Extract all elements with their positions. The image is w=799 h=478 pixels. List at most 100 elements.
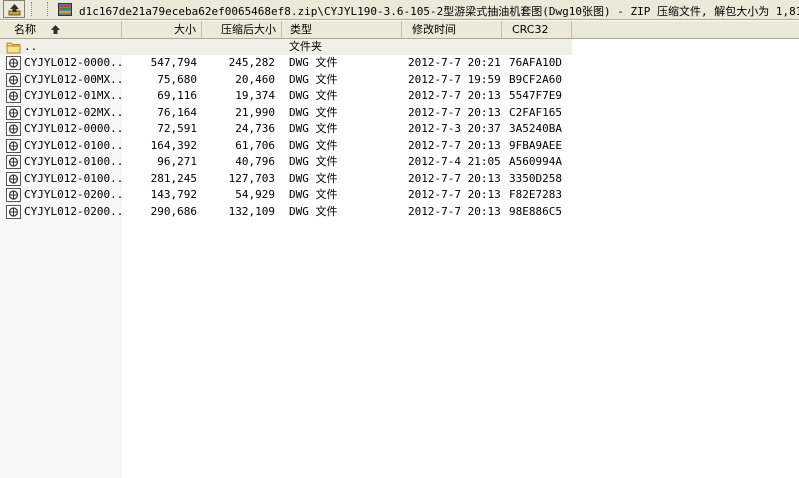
file-crc: 3A5240BA: [509, 122, 562, 135]
up-folder-button[interactable]: [3, 0, 25, 18]
file-modified: 2012-7-7 20:21: [408, 56, 501, 69]
file-type: DWG 文件: [289, 89, 338, 102]
file-modified: 2012-7-7 20:13: [408, 171, 501, 185]
dwg-file-icon: [6, 188, 21, 202]
dwg-file-icon: [6, 56, 21, 70]
file-size: 76,164: [157, 105, 197, 119]
file-row[interactable]: CYJYL012-0100... 164,392 61,706 DWG 文件 2…: [0, 138, 799, 154]
file-size: 96,271: [157, 155, 197, 168]
file-size: 75,680: [157, 72, 197, 86]
file-row[interactable]: CYJYL012-0100... 96,271 40,796 DWG 文件 20…: [0, 154, 799, 170]
file-name: CYJYL012-02MX...: [24, 105, 122, 119]
file-compressed-size: 20,460: [235, 72, 275, 86]
file-name: CYJYL012-0100...: [24, 138, 122, 152]
file-name: CYJYL012-0000...: [24, 56, 122, 69]
file-modified: 2012-7-7 20:13: [408, 188, 501, 201]
file-name: CYJYL012-00MX...: [24, 72, 122, 86]
file-type: DWG 文件: [289, 72, 338, 86]
file-compressed-size: 61,706: [235, 138, 275, 152]
file-type: DWG 文件: [289, 122, 338, 135]
file-crc: 3350D258: [509, 171, 562, 185]
file-crc: 76AFA10D: [509, 56, 562, 69]
file-name: CYJYL012-0200...: [24, 188, 122, 201]
file-size: 143,792: [150, 188, 197, 201]
file-modified: 2012-7-7 20:13: [408, 105, 501, 119]
file-row[interactable]: CYJYL012-00MX... 75,680 20,460 DWG 文件 20…: [0, 72, 799, 88]
dwg-file-icon: [6, 105, 21, 120]
parent-folder-name: ..: [24, 40, 38, 53]
file-size: 547,794: [150, 56, 197, 69]
file-compressed-size: 132,109: [228, 204, 275, 218]
file-type: DWG 文件: [289, 171, 338, 185]
archive-icon: [58, 3, 72, 16]
file-type: DWG 文件: [289, 138, 338, 152]
parent-folder-type: 文件夹: [289, 40, 322, 53]
dwg-file-icon: [6, 122, 21, 136]
file-row[interactable]: CYJYL012-01MX... 69,116 19,374 DWG 文件 20…: [0, 88, 799, 104]
file-modified: 2012-7-4 21:05: [408, 155, 501, 168]
file-compressed-size: 127,703: [228, 171, 275, 185]
file-type: DWG 文件: [289, 155, 338, 168]
file-compressed-size: 245,282: [228, 56, 275, 69]
file-row[interactable]: CYJYL012-0100... 281,245 127,703 DWG 文件 …: [0, 171, 799, 187]
dwg-file-icon: [6, 171, 21, 186]
file-row[interactable]: CYJYL012-0000... 72,591 24,736 DWG 文件 20…: [0, 121, 799, 137]
file-type: DWG 文件: [289, 204, 338, 218]
dwg-file-icon: [6, 89, 21, 103]
file-crc: 98E886C5: [509, 204, 562, 218]
file-crc: C2FAF165: [509, 105, 562, 119]
toolbar-grip: [47, 2, 50, 16]
column-header-modified[interactable]: 修改时间: [402, 21, 502, 38]
file-modified: 2012-7-7 20:13: [408, 89, 501, 102]
file-name: CYJYL012-0000...: [24, 122, 122, 135]
dwg-file-icon: [6, 155, 21, 169]
column-header-name-label: 名称: [14, 23, 36, 36]
dwg-file-icon: [6, 72, 21, 87]
column-header-size[interactable]: 大小: [122, 21, 202, 38]
file-name: CYJYL012-01MX...: [24, 89, 122, 102]
file-modified: 2012-7-3 20:37: [408, 122, 501, 135]
file-modified: 2012-7-7 20:13: [408, 138, 501, 152]
file-modified: 2012-7-7 20:13: [408, 204, 501, 218]
file-type: DWG 文件: [289, 56, 338, 69]
up-arrow-icon: [8, 4, 21, 16]
file-compressed-size: 21,990: [235, 105, 275, 119]
column-header-compressed[interactable]: 压缩后大小: [202, 21, 282, 38]
file-size: 72,591: [157, 122, 197, 135]
file-size: 164,392: [150, 138, 197, 152]
column-header-name[interactable]: 名称: [0, 21, 122, 38]
file-compressed-size: 54,929: [235, 188, 275, 201]
file-size: 281,245: [150, 171, 197, 185]
archive-path: d1c167de21a79eceba62ef0065468ef8.zip\CYJ…: [79, 5, 799, 18]
path-toolbar: d1c167de21a79eceba62ef0065468ef8.zip\CYJ…: [0, 0, 799, 20]
file-row[interactable]: CYJYL012-0000... 547,794 245,282 DWG 文件 …: [0, 55, 799, 71]
file-crc: 5547F7E9: [509, 89, 562, 102]
file-compressed-size: 40,796: [235, 155, 275, 168]
file-name: CYJYL012-0100...: [24, 171, 122, 185]
file-modified: 2012-7-7 19:59: [408, 72, 501, 86]
file-crc: F82E7283: [509, 188, 562, 201]
column-header-type[interactable]: 类型: [282, 21, 402, 38]
column-header: 名称 大小 压缩后大小 类型 修改时间 CRC32: [0, 21, 799, 39]
file-name: CYJYL012-0100...: [24, 155, 122, 168]
file-size: 290,686: [150, 204, 197, 218]
file-row[interactable]: CYJYL012-0200... 290,686 132,109 DWG 文件 …: [0, 204, 799, 220]
file-size: 69,116: [157, 89, 197, 102]
file-compressed-size: 24,736: [235, 122, 275, 135]
file-type: DWG 文件: [289, 105, 338, 119]
file-crc: B9CF2A60: [509, 72, 562, 86]
parent-folder-row[interactable]: .. 文件夹: [0, 39, 572, 55]
file-crc: 9FBA9AEE: [509, 138, 562, 152]
file-crc: A560994A: [509, 155, 562, 168]
sort-ascending-icon: [50, 25, 60, 34]
dwg-file-icon: [6, 138, 21, 153]
folder-icon: [6, 42, 21, 54]
dwg-file-icon: [6, 204, 21, 219]
file-row[interactable]: CYJYL012-02MX... 76,164 21,990 DWG 文件 20…: [0, 105, 799, 121]
file-type: DWG 文件: [289, 188, 338, 201]
toolbar-separator: [31, 2, 34, 16]
file-row[interactable]: CYJYL012-0200... 143,792 54,929 DWG 文件 2…: [0, 187, 799, 203]
column-header-crc[interactable]: CRC32: [502, 21, 572, 38]
file-compressed-size: 19,374: [235, 89, 275, 102]
file-name: CYJYL012-0200...: [24, 204, 122, 218]
